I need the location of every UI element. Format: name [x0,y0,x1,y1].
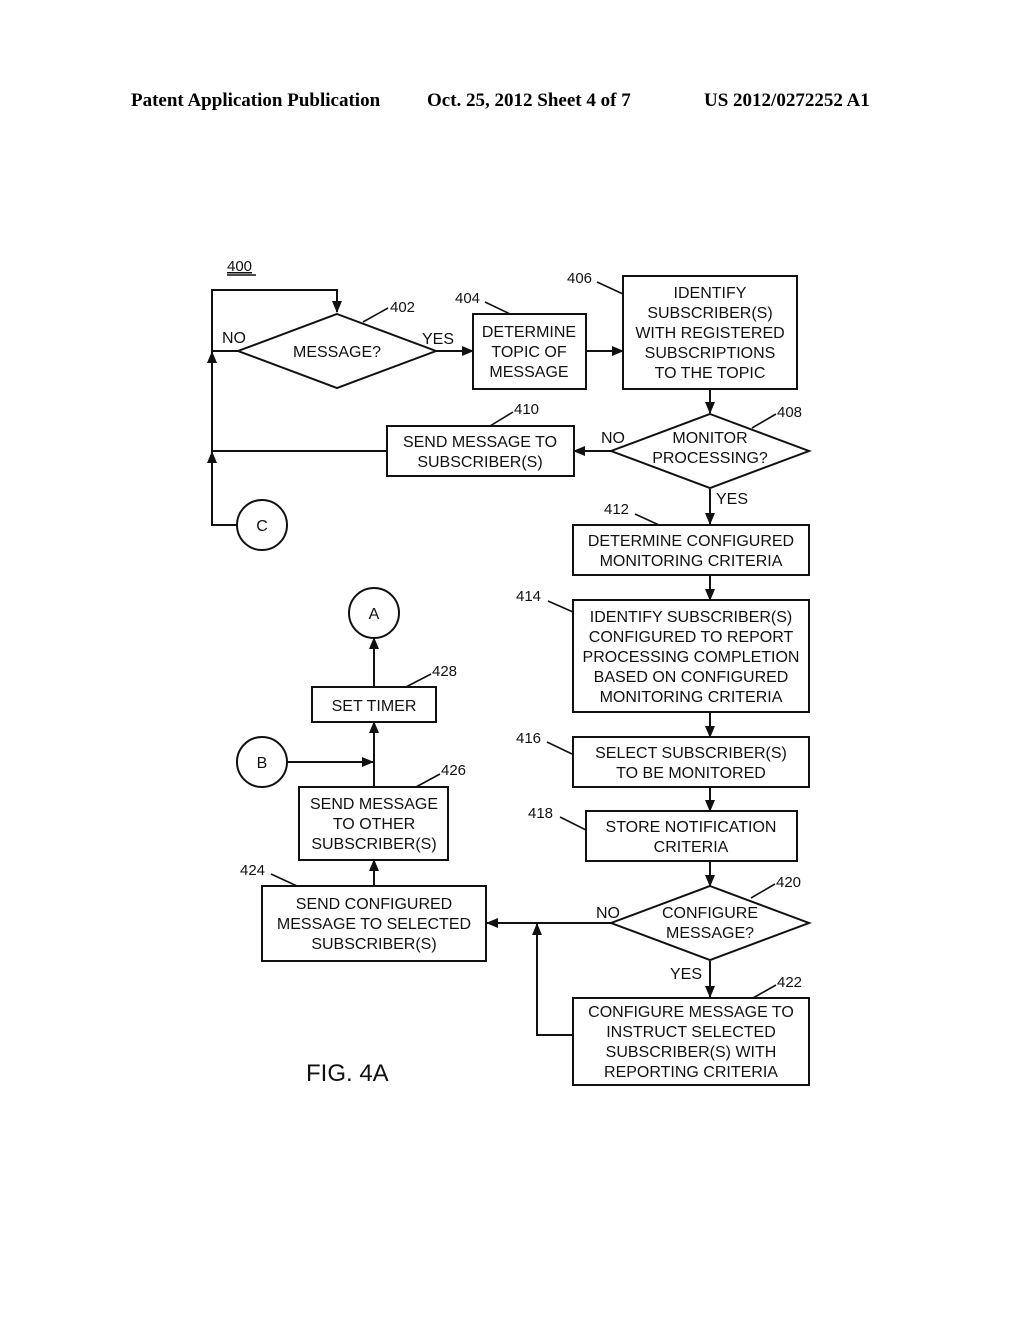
decision-420 [608,884,812,962]
process-428-text: SET TIMER [332,698,417,715]
ref-404: 404 [455,290,480,307]
node-422-line: INSTRUCT SELECTED [606,1024,776,1041]
node-410-line: SUBSCRIBER(S) [417,454,542,471]
node-412-line: MONITORING CRITERIA [600,553,783,570]
leader-404 [484,301,511,315]
edge-label-420-no: NO [596,905,620,922]
leader-408 [751,413,777,429]
flowchart: 400 A B C MESSAGE? DETERMINETOPIC OFMESS… [207,258,812,1087]
node-406-line: SUBSCRIBER(S) [647,305,772,322]
node-412-line: DETERMINE CONFIGURED [588,533,794,550]
node-414-line: PROCESSING COMPLETION [583,649,800,666]
node-428-line: SET TIMER [332,698,417,715]
node-404-line: TOPIC OF [491,344,566,361]
ref-422: 422 [777,974,802,991]
leader-428 [405,673,432,688]
node-416-line: SELECT SUBSCRIBER(S) [595,745,787,762]
leader-412 [634,513,660,526]
edge-label-408-no: NO [601,430,625,447]
node-420-line: MESSAGE? [666,925,754,942]
edge-label-408-yes: YES [716,491,748,508]
node-424-line: SEND CONFIGURED [296,896,452,913]
ref-426: 426 [441,762,466,779]
node-416-line: TO BE MONITORED [616,765,766,782]
node-404-line: MESSAGE [489,364,568,381]
ref-418: 418 [528,805,553,822]
node-418-line: CRITERIA [654,839,729,856]
connector-c-label: C [256,518,268,535]
leader-406 [596,281,624,295]
node-406-line: WITH REGISTERED [635,325,784,342]
node-406-line: SUBSCRIPTIONS [645,345,776,362]
ref-410: 410 [514,401,539,418]
node-410-line: SEND MESSAGE TO [403,434,557,451]
process-414-text: IDENTIFY SUBSCRIBER(S) CONFIGURED TO REPO… [583,609,800,706]
node-402-line: MESSAGE? [293,344,381,361]
node-404-line: DETERMINE [482,324,576,341]
node-422-line: REPORTING CRITERIA [604,1064,778,1081]
leader-424 [270,873,298,887]
node-406-line: TO THE TOPIC [655,365,766,382]
process-404-text: DETERMINE TOPIC OF MESSAGE [482,324,576,381]
node-426-line: SUBSCRIBER(S) [311,836,436,853]
leader-422 [752,984,777,999]
leader-426 [415,773,441,788]
ref-428: 428 [432,663,457,680]
node-426-line: TO OTHER [333,816,415,833]
leader-414 [547,600,574,613]
ref-424: 424 [240,862,265,879]
edge-label-402-yes: YES [422,331,454,348]
ref-412: 412 [604,501,629,518]
node-414-line: IDENTIFY SUBSCRIBER(S) [590,609,792,626]
ref-414: 414 [516,588,541,605]
node-414-line: MONITORING CRITERIA [600,689,783,706]
node-426-line: SEND MESSAGE [310,796,438,813]
leader-418 [559,816,587,831]
ref-406: 406 [567,270,592,287]
ref-402: 402 [390,299,415,316]
edge-label-402-no: NO [222,330,246,347]
ref-416: 416 [516,730,541,747]
connector-b-label: B [257,755,268,772]
node-422-line: SUBSCRIBER(S) WITH [606,1044,777,1061]
ref-420: 420 [776,874,801,891]
node-422-line: CONFIGURE MESSAGE TO [588,1004,794,1021]
decision-402-text: MESSAGE? [293,344,381,361]
leader-416 [546,741,573,755]
node-418-line: STORE NOTIFICATION [606,819,777,836]
node-408-line: PROCESSING? [652,450,768,467]
node-408-line: MONITOR [672,430,747,447]
figure-caption: FIG. 4A [306,1060,389,1087]
leader-420 [750,883,776,899]
figure-id: 400 [227,258,252,275]
leader-410 [489,411,514,427]
node-424-line: MESSAGE TO SELECTED [277,916,471,933]
connector-a-label: A [369,606,380,623]
node-420-line: CONFIGURE [662,905,758,922]
node-424-line: SUBSCRIBER(S) [311,936,436,953]
leader-402 [362,307,389,323]
node-406-line: IDENTIFY [674,285,747,302]
node-414-line: BASED ON CONFIGURED [594,669,789,686]
ref-408: 408 [777,404,802,421]
edge-422-to-424 [532,923,573,1036]
node-414-line: CONFIGURED TO REPORT [589,629,794,646]
edge-label-420-yes: YES [670,966,702,983]
